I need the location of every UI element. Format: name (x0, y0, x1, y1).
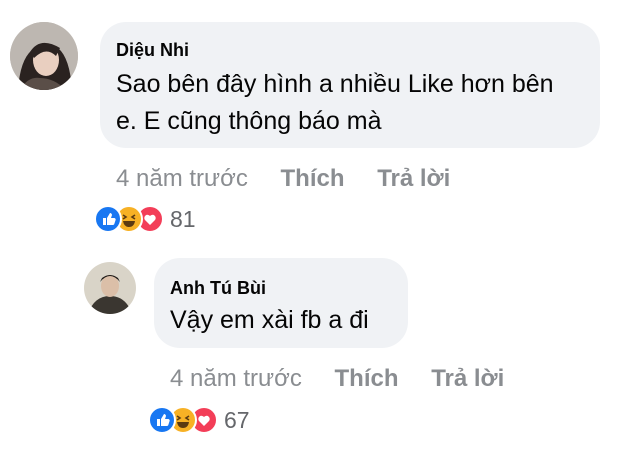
reaction-count: 81 (170, 205, 196, 232)
avatar-photo (84, 262, 136, 314)
comment-meta: 4 năm trước Thích Trả lời (116, 165, 450, 193)
comment-time[interactable]: 4 năm trước (170, 365, 302, 392)
comment-text-line-1: Vậy em xài fb a đi (170, 306, 369, 334)
reply-button[interactable]: Trả lời (377, 165, 450, 192)
reactions-summary[interactable]: 67 (148, 406, 250, 434)
avatar[interactable] (84, 262, 136, 314)
reply-button[interactable]: Trả lời (431, 365, 504, 392)
comment-text-line-2: e. E cũng thông báo mà (116, 107, 382, 135)
comment-author[interactable]: Anh Tú Bùi (170, 278, 266, 299)
comment-time[interactable]: 4 năm trước (116, 165, 248, 192)
like-button[interactable]: Thích (335, 365, 399, 392)
reaction-count: 67 (224, 406, 250, 433)
comment-meta: 4 năm trước Thích Trả lời (170, 365, 504, 393)
like-icon (148, 406, 176, 434)
reactions-summary[interactable]: 81 (94, 205, 196, 233)
comment-text-line-1: Sao bên đây hình a nhiều Like hơn bên (116, 70, 554, 98)
like-button[interactable]: Thích (281, 165, 345, 192)
comment-author[interactable]: Diệu Nhi (116, 40, 189, 61)
like-icon (94, 205, 122, 233)
avatar-photo (10, 22, 78, 90)
avatar[interactable] (10, 22, 78, 90)
